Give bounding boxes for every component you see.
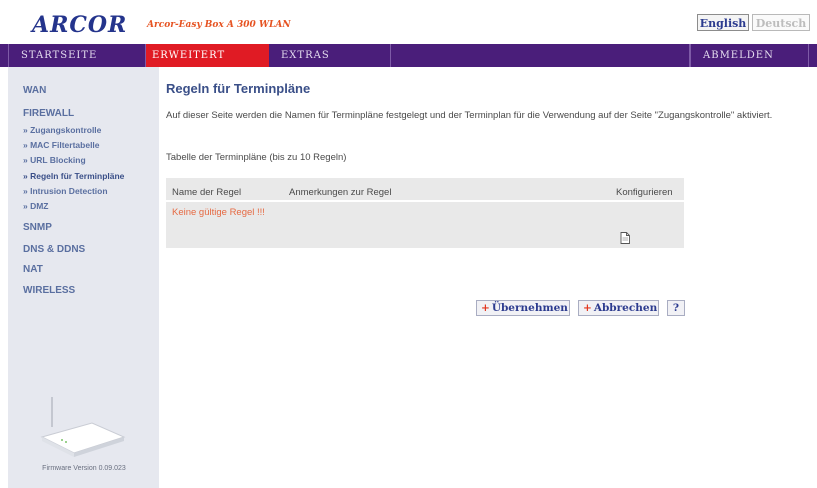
schedule-rules-table: Name der Regel Anmerkungen zur Regel Kon… <box>166 178 684 248</box>
language-english-button[interactable]: English <box>697 14 749 31</box>
table-divider <box>166 200 684 202</box>
plus-icon: + <box>481 302 490 314</box>
plus-icon: + <box>583 302 592 314</box>
sidebar-item-nat[interactable]: NAT <box>23 264 43 275</box>
sidebar-subitem-mac-filtertabelle[interactable]: » MAC Filtertabelle <box>23 140 100 150</box>
page-description: Auf dieser Seite werden die Namen für Te… <box>166 110 773 121</box>
nav-startseite[interactable]: STARTSEITE <box>8 44 146 67</box>
sidebar-item-wan[interactable]: WAN <box>23 85 46 96</box>
apply-button[interactable]: + Übernehmen <box>476 300 570 316</box>
firmware-version: Firmware Version 0.09.023 <box>42 465 126 472</box>
page-title: Regeln für Terminpläne <box>166 81 311 96</box>
sidebar-item-snmp[interactable]: SNMP <box>23 222 52 233</box>
nav-erweitert[interactable]: ERWEITERT <box>146 44 269 67</box>
main-nav: STARTSEITE ERWEITERT EXTRAS ABMELDEN <box>0 44 817 67</box>
sidebar-subitem-zugangskontrolle[interactable]: » Zugangskontrolle <box>23 125 101 135</box>
sidebar-subitem-url-blocking[interactable]: » URL Blocking <box>23 155 86 165</box>
sidebar: WAN FIREWALL » Zugangskontrolle » MAC Fi… <box>8 67 159 488</box>
nav-extras[interactable]: EXTRAS <box>269 44 391 67</box>
sidebar-item-firewall[interactable]: FIREWALL <box>23 108 74 119</box>
arcor-logo: ARCOR <box>32 12 128 38</box>
table-caption: Tabelle der Terminpläne (bis zu 10 Regel… <box>166 152 347 163</box>
cancel-button[interactable]: + Abbrechen <box>578 300 659 316</box>
sidebar-subitem-dmz[interactable]: » DMZ <box>23 201 49 211</box>
sidebar-subitem-regeln-terminplaene[interactable]: » Regeln für Terminpläne <box>23 171 124 181</box>
language-deutsch-button[interactable]: Deutsch <box>752 14 810 31</box>
header: ARCOR Arcor-Easy Box A 300 WLAN English … <box>0 0 817 42</box>
help-button[interactable]: ? <box>667 300 685 316</box>
cancel-button-label: Abbrechen <box>593 302 658 314</box>
sidebar-item-dns-ddns[interactable]: DNS & DDNS <box>23 244 85 255</box>
column-header-rule-note: Anmerkungen zur Regel <box>289 187 392 198</box>
router-image <box>40 397 126 457</box>
nav-abmelden[interactable]: ABMELDEN <box>690 44 809 67</box>
product-tagline: Arcor-Easy Box A 300 WLAN <box>147 20 291 30</box>
column-header-configure: Konfigurieren <box>616 187 673 198</box>
nav-spacer <box>391 44 690 67</box>
new-document-icon[interactable] <box>620 232 630 244</box>
apply-button-label: Übernehmen <box>491 302 568 314</box>
sidebar-item-wireless[interactable]: WIRELESS <box>23 285 75 296</box>
no-valid-rule-message: Keine gültige Regel !!! <box>172 207 265 218</box>
column-header-rule-name: Name der Regel <box>172 187 242 198</box>
sidebar-subitem-intrusion-detection[interactable]: » Intrusion Detection <box>23 186 108 196</box>
